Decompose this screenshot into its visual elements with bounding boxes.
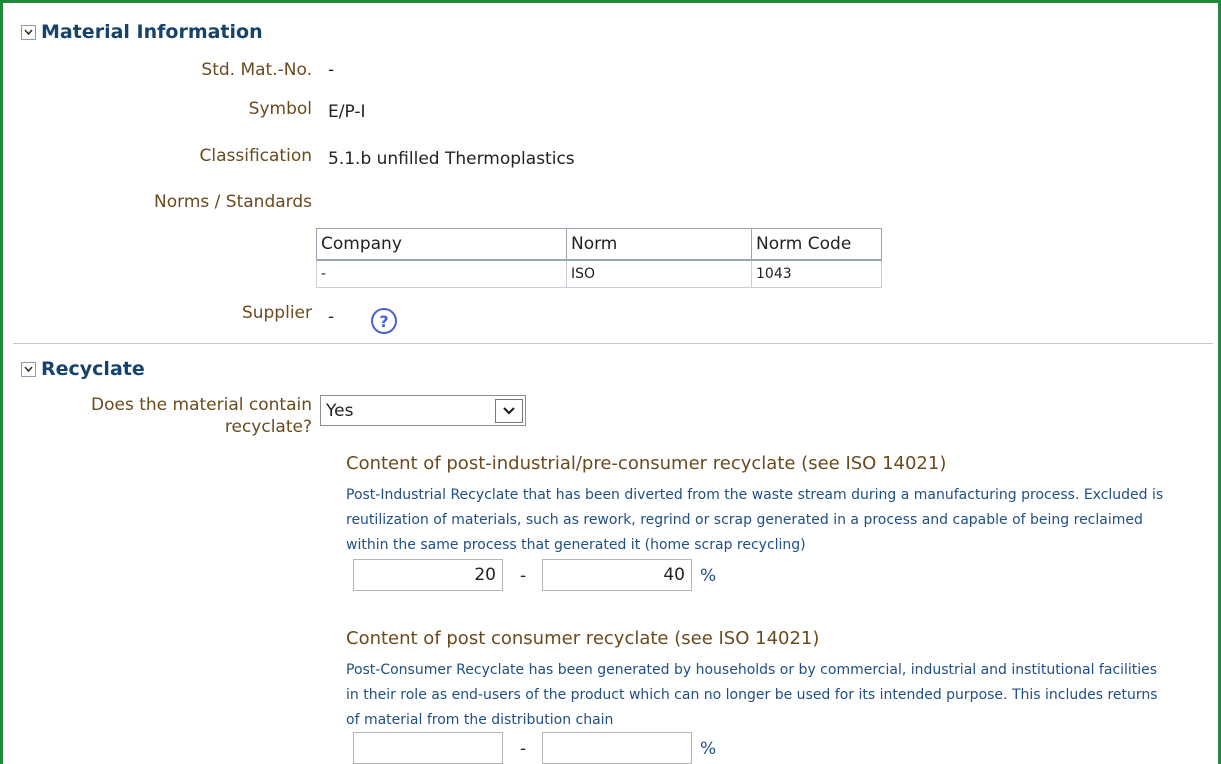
collapse-toggle-icon[interactable] (21, 361, 36, 377)
select-value: Yes (326, 400, 354, 421)
description-line: Post-Consumer Recyclate has been generat… (346, 662, 1158, 678)
post-consumer-title: Content of post consumer recyclate (see … (346, 628, 820, 649)
classification-value: 5.1.b unfilled Thermoplastics (328, 149, 575, 169)
post-consumer-description: Post-Consumer Recyclate has been generat… (346, 658, 1206, 733)
symbol-label: Symbol (248, 99, 312, 119)
table-header-row: Company Norm Norm Code (316, 228, 882, 261)
supplier-label: Supplier (241, 303, 312, 323)
description-line: reutilization of materials, such as rewo… (346, 512, 1143, 528)
contains-recyclate-label: Does the material contain recyclate? (91, 394, 312, 438)
description-line: in their role as end-users of the produc… (346, 687, 1158, 703)
supplier-value: - (328, 307, 335, 327)
chevron-down-icon[interactable] (495, 398, 523, 423)
section-divider (13, 343, 1213, 344)
post-industrial-title: Content of post-industrial/pre-consumer … (346, 453, 947, 474)
norms-table: Company Norm Norm Code - ISO 1043 (316, 228, 882, 288)
page-frame: Material Information Std. Mat.-No. - Sym… (0, 0, 1221, 764)
material-info-header[interactable]: Material Information (21, 21, 263, 43)
section-title: Recyclate (41, 358, 145, 380)
description-line: within the same process that generated i… (346, 537, 806, 553)
table-row[interactable]: - ISO 1043 (316, 259, 882, 288)
column-header-norm[interactable]: Norm (566, 228, 752, 261)
collapse-toggle-icon[interactable] (21, 24, 36, 40)
recyclate-header[interactable]: Recyclate (21, 358, 145, 380)
post-industrial-description: Post-Industrial Recyclate that has been … (346, 483, 1206, 558)
contains-recyclate-label-line2: recyclate? (224, 417, 312, 437)
description-line: of material from the distribution chain (346, 712, 614, 728)
percent-unit: % (700, 739, 717, 759)
description-line: Post-Industrial Recyclate that has been … (346, 487, 1164, 503)
range-separator: - (520, 566, 527, 586)
section-title: Material Information (41, 21, 263, 43)
post-industrial-min-input[interactable]: 20 (353, 559, 503, 591)
contains-recyclate-label-line1: Does the material contain (91, 395, 312, 415)
cell-company: - (316, 259, 567, 288)
std-mat-no-label: Std. Mat.-No. (201, 60, 312, 80)
std-mat-no-value: - (328, 60, 335, 80)
column-header-company[interactable]: Company (316, 228, 567, 261)
norms-table-wrapper: Company Norm Norm Code - ISO 1043 (316, 228, 882, 288)
norms-standards-label: Norms / Standards (154, 192, 312, 212)
range-separator: - (520, 739, 527, 759)
help-icon[interactable]: ? (371, 308, 397, 334)
classification-label: Classification (199, 146, 312, 166)
post-consumer-max-input[interactable] (542, 732, 692, 764)
cell-norm: ISO (566, 259, 752, 288)
post-consumer-min-input[interactable] (353, 732, 503, 764)
cell-norm-code: 1043 (751, 259, 882, 288)
percent-unit: % (700, 566, 717, 586)
contains-recyclate-select[interactable]: Yes (320, 395, 526, 426)
column-header-norm-code[interactable]: Norm Code (751, 228, 882, 261)
post-industrial-max-input[interactable]: 40 (542, 559, 692, 591)
symbol-value: E/P-I (328, 102, 366, 122)
